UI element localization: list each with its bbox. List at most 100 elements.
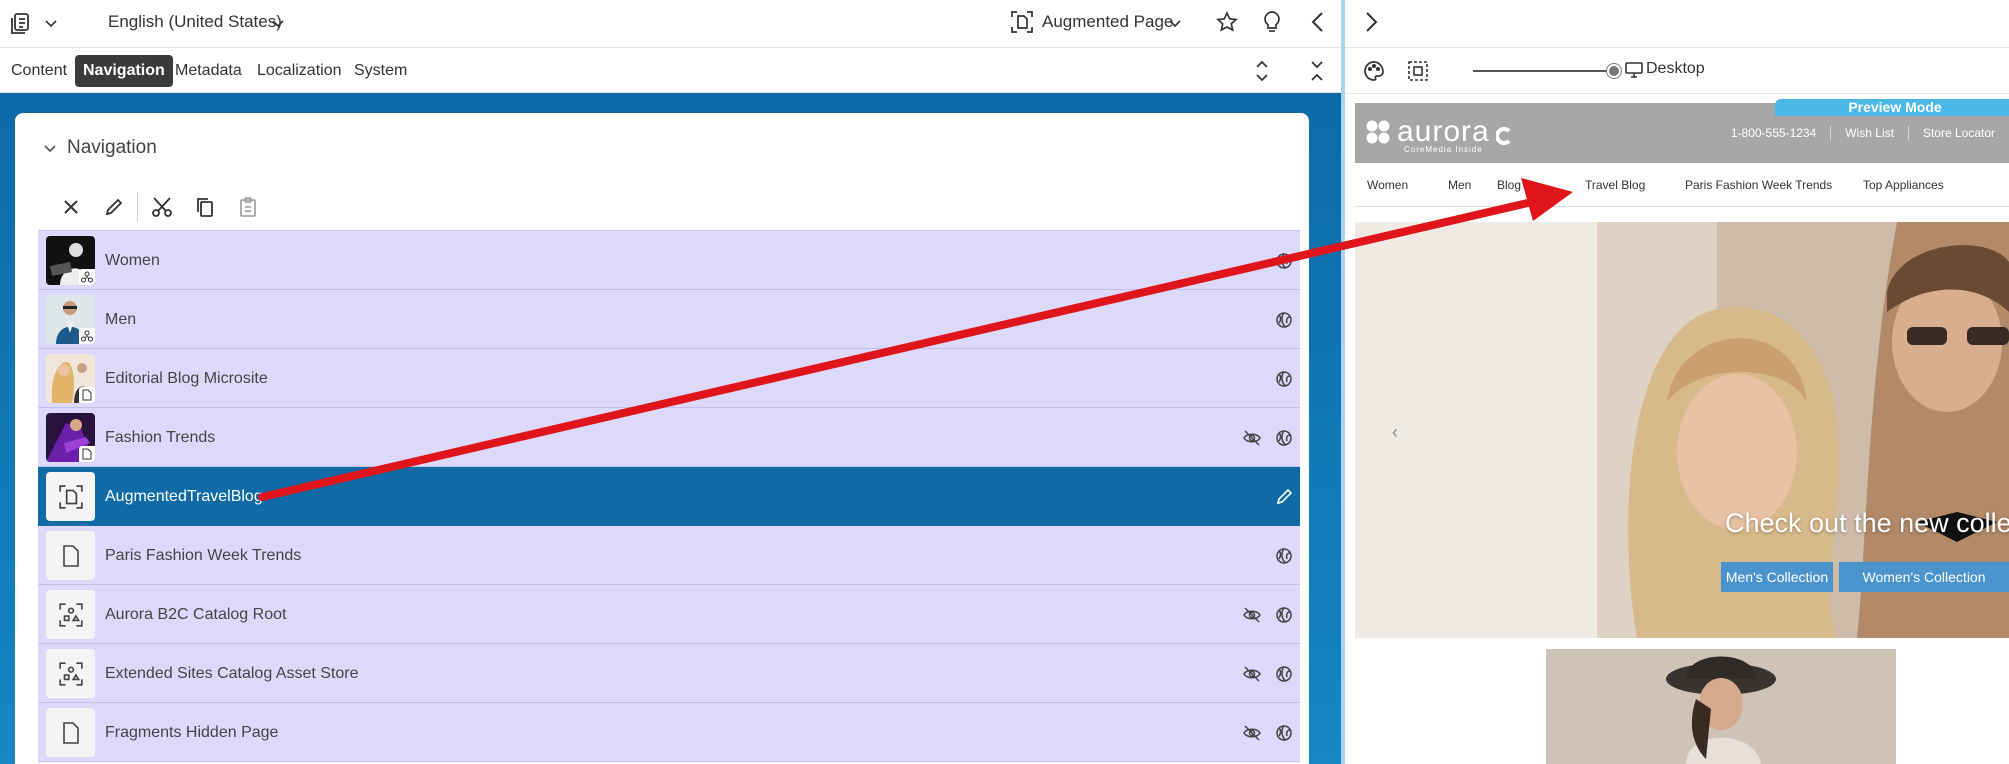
globe-icon[interactable] <box>1268 363 1300 395</box>
editor-pane: English (United States) Augmented Page C… <box>0 0 1341 764</box>
globe-icon[interactable] <box>1268 422 1300 454</box>
list-item[interactable]: Fashion Trends <box>38 408 1300 467</box>
zoom-slider-track[interactable] <box>1473 70 1615 72</box>
preview-pane: Desktop aurora CoreMedia Inside 1-800-55… <box>1345 0 2009 764</box>
augmented-page-icon <box>46 472 95 521</box>
select-element-icon[interactable] <box>1407 60 1429 82</box>
list-item[interactable]: Aurora B2C Catalog Root <box>38 585 1300 644</box>
list-item-label: Men <box>105 311 137 328</box>
thumbnail-fashion-trends <box>46 413 95 462</box>
preview-mode-banner: Preview Mode <box>1775 99 2009 116</box>
pencil-icon[interactable] <box>1268 481 1300 513</box>
website-preview: aurora CoreMedia Inside 1-800-555-1234 W… <box>1355 94 2009 764</box>
site-navigation: Women Men Blog Travel Blog Paris Fashion… <box>1355 163 2009 207</box>
site-nav-top-appliances[interactable]: Top Appliances <box>1863 163 1944 207</box>
site-nav-travel-blog[interactable]: Travel Blog <box>1585 163 1645 207</box>
expand-icon[interactable] <box>1254 60 1270 82</box>
collapse-icon[interactable] <box>1309 60 1325 82</box>
cut-button[interactable] <box>140 191 183 223</box>
list-item-selected[interactable]: AugmentedTravelBlog <box>38 467 1300 526</box>
eye-off-icon[interactable] <box>1236 658 1268 690</box>
chevron-down-icon[interactable] <box>1168 16 1182 30</box>
list-item[interactable]: Men <box>38 290 1300 349</box>
lightbulb-icon[interactable] <box>1262 10 1282 34</box>
toolbar-divider <box>137 192 138 222</box>
phone-link[interactable]: 1-800-555-1234 <box>1717 126 1830 140</box>
site-nav-paris-fashion-week[interactable]: Paris Fashion Week Trends <box>1685 163 1832 207</box>
site-nav-women[interactable]: Women <box>1367 163 1408 207</box>
hero-carousel: ‹ Check out the new collection Men's Col… <box>1355 222 2009 638</box>
navigation-panel: Navigation Women Men Editorial Blog Micr… <box>15 113 1309 764</box>
mens-collection-button[interactable]: Men's Collection <box>1721 562 1833 592</box>
eye-off-icon[interactable] <box>1236 717 1268 749</box>
copy-button[interactable] <box>183 191 226 223</box>
paste-button[interactable] <box>226 191 269 223</box>
document-icon <box>79 387 95 403</box>
document-icon <box>46 531 95 580</box>
womens-collection-button[interactable]: Women's Collection <box>1839 562 2009 592</box>
list-item-label: AugmentedTravelBlog <box>105 488 263 505</box>
page-type-selector[interactable]: Augmented Page <box>1042 12 1173 32</box>
tab-navigation[interactable]: Navigation <box>75 55 173 87</box>
document-icon <box>46 708 95 757</box>
site-nav-men[interactable]: Men <box>1448 163 1471 207</box>
list-item[interactable]: Extended Sites Catalog Asset Store <box>38 644 1300 703</box>
tab-metadata[interactable]: Metadata <box>167 55 250 87</box>
chevron-left-icon[interactable] <box>1310 11 1326 33</box>
list-item-label: Paris Fashion Week Trends <box>105 547 302 564</box>
catalog-icon <box>46 590 95 639</box>
list-item[interactable]: Editorial Blog Microsite <box>38 349 1300 408</box>
star-icon[interactable] <box>1216 11 1238 33</box>
tab-localization[interactable]: Localization <box>249 55 350 87</box>
library-icon[interactable] <box>10 12 32 36</box>
sitemap-icon <box>79 328 95 344</box>
augmented-page-icon <box>1010 10 1034 34</box>
thumbnail-women <box>46 236 95 285</box>
preview-tools: Desktop <box>1345 48 2009 94</box>
sitemap-icon <box>79 269 95 285</box>
tab-content[interactable]: Content <box>3 55 75 87</box>
header-links: 1-800-555-1234 Wish List Store Locator <box>1717 126 2009 140</box>
monitor-icon <box>1625 62 1643 78</box>
navigation-children-list: Women Men Editorial Blog Microsite Fashi… <box>38 230 1300 764</box>
site-nav-blog[interactable]: Blog <box>1497 163 1521 207</box>
list-item[interactable]: Fragments Hidden Page <box>38 703 1300 762</box>
eye-off-icon[interactable] <box>1236 422 1268 454</box>
wish-list-link[interactable]: Wish List <box>1830 126 1908 140</box>
edit-button[interactable] <box>92 191 135 223</box>
language-selector[interactable]: English (United States) <box>108 12 282 32</box>
globe-icon[interactable] <box>1268 540 1300 572</box>
chevron-right-icon[interactable] <box>1363 11 1379 33</box>
carousel-prev-icon[interactable]: ‹ <box>1392 422 1398 443</box>
zoom-slider-handle[interactable] <box>1607 64 1621 78</box>
remove-button[interactable] <box>49 191 92 223</box>
list-item-label: Aurora B2C Catalog Root <box>105 606 287 623</box>
logo-wordmark: aurora <box>1397 115 1490 148</box>
globe-icon[interactable] <box>1268 245 1300 277</box>
list-item-label: Women <box>105 252 160 269</box>
navigation-actions <box>49 191 269 223</box>
list-item[interactable]: Women <box>38 231 1300 290</box>
site-logo[interactable]: aurora CoreMedia Inside <box>1365 115 1512 154</box>
tab-system[interactable]: System <box>346 55 415 87</box>
promo-image <box>1546 649 1896 764</box>
list-item-label: Extended Sites Catalog Asset Store <box>105 665 359 682</box>
document-icon <box>79 446 95 462</box>
device-selector[interactable]: Desktop <box>1646 60 1705 78</box>
navigation-header[interactable]: Navigation <box>43 137 157 159</box>
globe-icon[interactable] <box>1268 304 1300 336</box>
chevron-down-icon[interactable] <box>43 141 57 155</box>
globe-icon[interactable] <box>1268 599 1300 631</box>
list-item-label: Fashion Trends <box>105 429 216 446</box>
palette-icon[interactable] <box>1363 60 1385 82</box>
list-item[interactable]: Paris Fashion Week Trends <box>38 526 1300 585</box>
list-item-label: Fragments Hidden Page <box>105 724 279 741</box>
globe-icon[interactable] <box>1268 658 1300 690</box>
hero-headline: Check out the new collection <box>1725 508 2009 538</box>
eye-off-icon[interactable] <box>1236 599 1268 631</box>
chevron-down-icon[interactable] <box>271 16 285 30</box>
list-item-label: Editorial Blog Microsite <box>105 370 268 387</box>
chevron-down-icon[interactable] <box>44 16 58 30</box>
store-locator-link[interactable]: Store Locator <box>1907 126 2009 140</box>
globe-icon[interactable] <box>1268 717 1300 749</box>
